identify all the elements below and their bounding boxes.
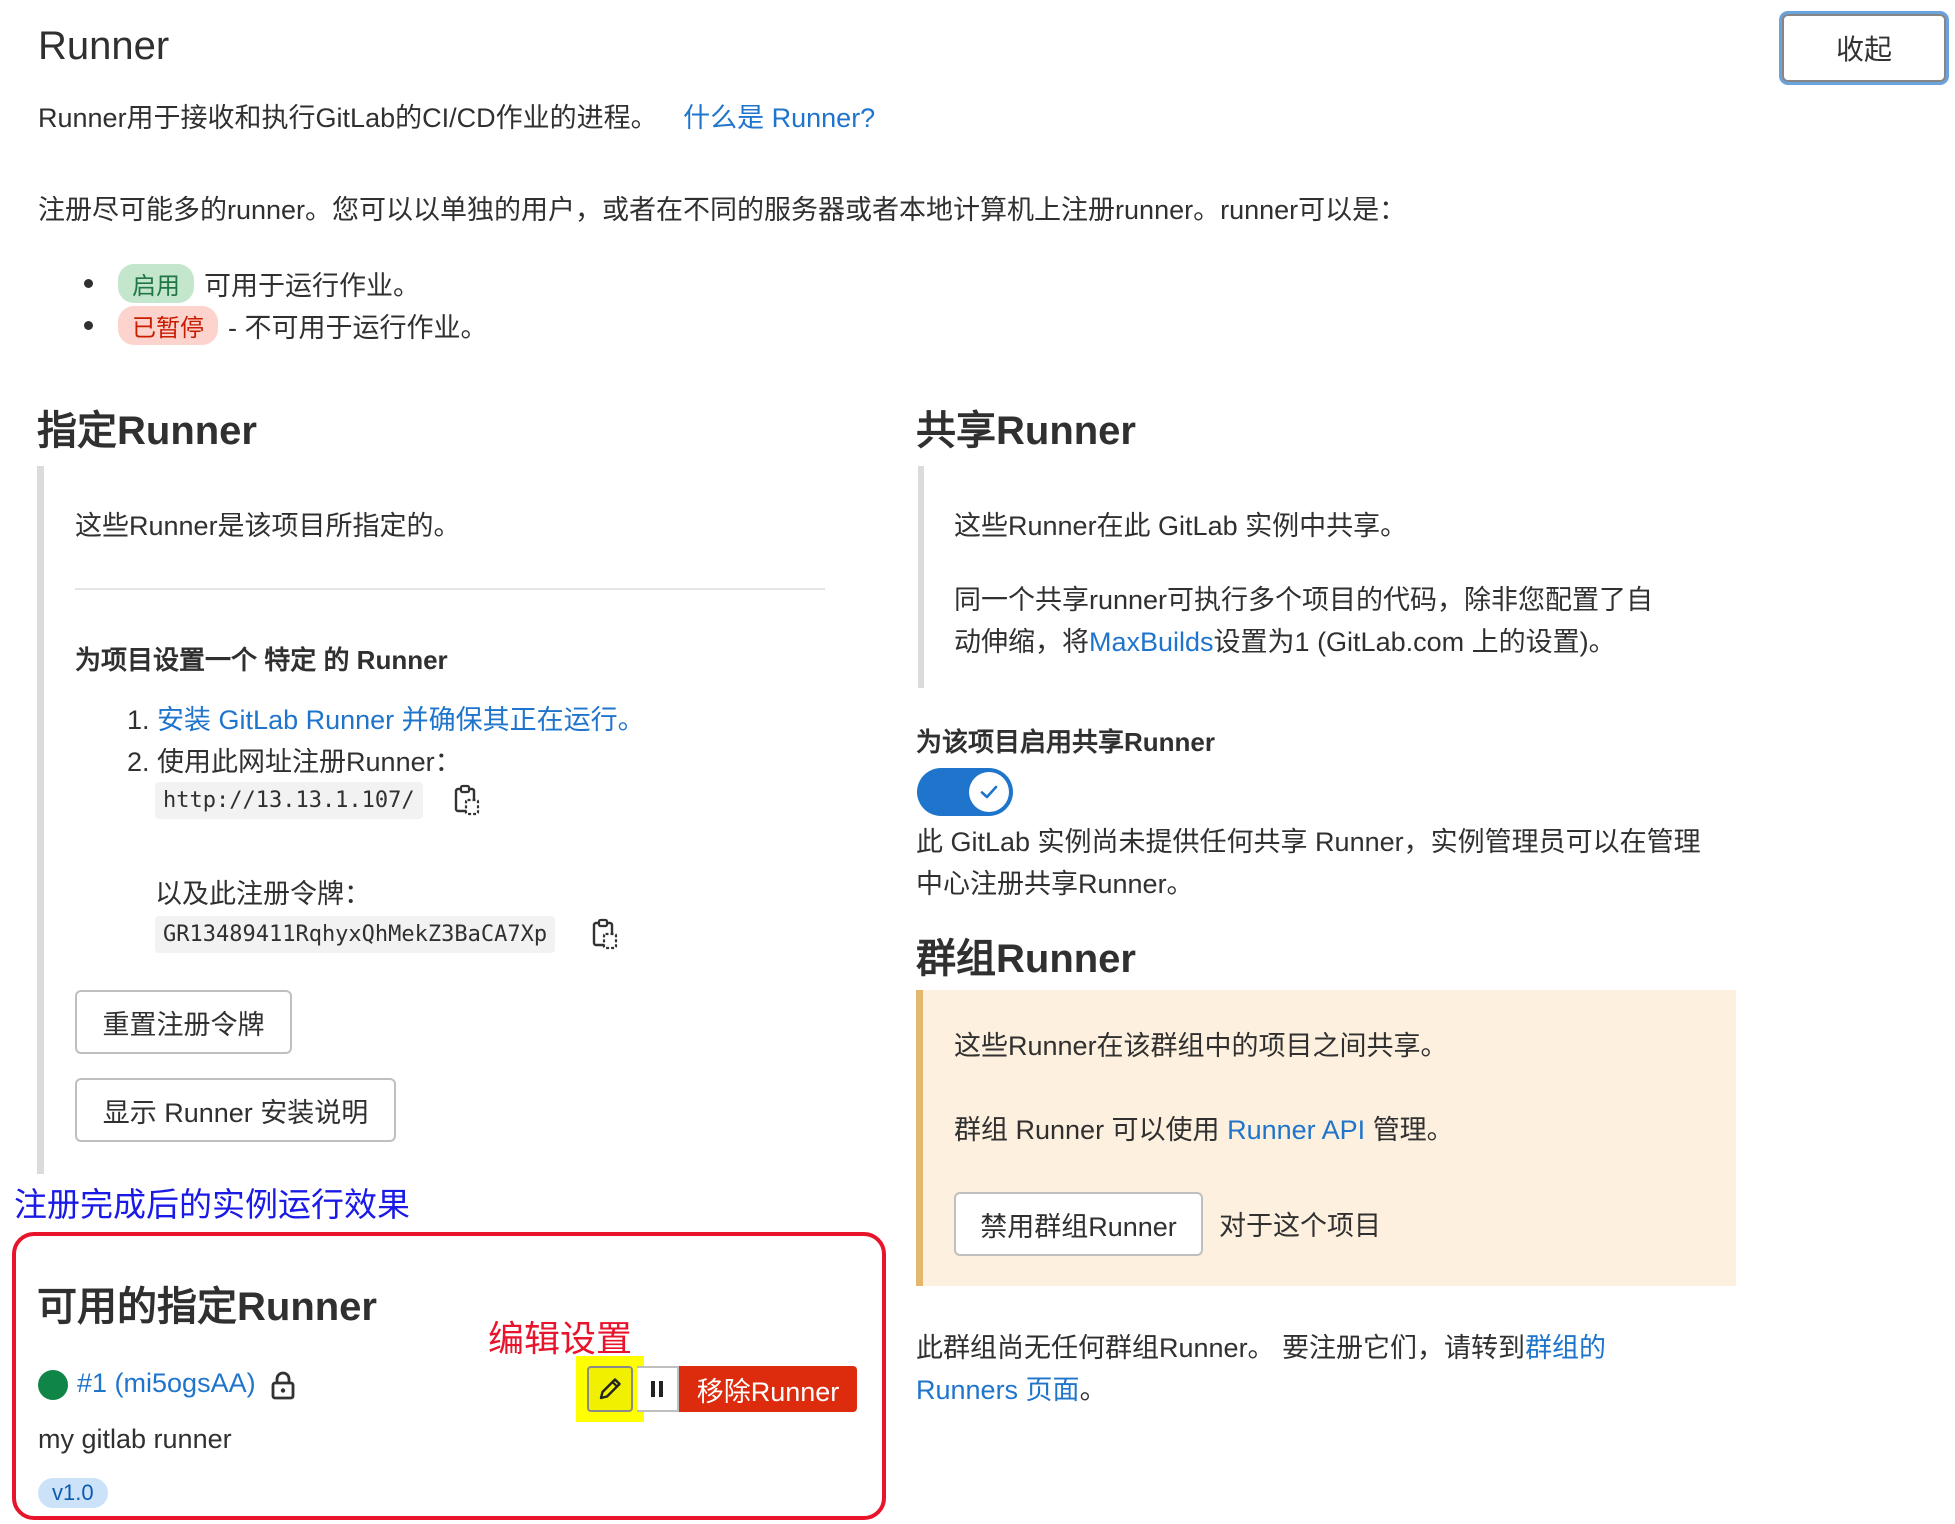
- divider: [75, 588, 825, 590]
- shared-note-line-1: 同一个共享runner可执行多个项目的代码，除非您配置了自: [954, 585, 1654, 615]
- what-is-runner-link[interactable]: 什么是 Runner?: [683, 103, 875, 133]
- list-item: 已暂停 - 不可用于运行作业。: [84, 304, 488, 346]
- maxbuilds-link[interactable]: MaxBuilds: [1089, 627, 1214, 657]
- register-note: 注册尽可能多的runner。您可以以单独的用户，或者在不同的服务器或者本地计算机…: [38, 195, 1407, 225]
- registration-url: http://13.13.1.107/: [155, 782, 423, 819]
- step-1: 1. 安装 GitLab Runner 并确保其正在运行。: [127, 698, 645, 737]
- shared-empty-line-2: 中心注册共享Runner。: [916, 869, 1194, 899]
- runner-link[interactable]: #1 (mi5ogsAA): [77, 1368, 256, 1399]
- instance-caption: 注册完成后的实例运行效果: [14, 1185, 410, 1224]
- online-badge: 启用: [118, 263, 194, 303]
- step-1-number: 1.: [127, 705, 150, 735]
- group-description: 这些Runner在该群组中的项目之间共享。: [954, 1031, 1448, 1061]
- runner-states-list: 启用 可用于运行作业。 已暂停 - 不可用于运行作业。: [84, 262, 488, 346]
- group-info-box: 这些Runner在该群组中的项目之间共享。 群组 Runner 可以使用 Run…: [916, 990, 1736, 1286]
- runner-description: my gitlab runner: [38, 1424, 232, 1454]
- runner-api-link[interactable]: Runner API: [1227, 1115, 1365, 1145]
- disable-suffix: 对于这个项目: [1219, 1211, 1381, 1241]
- list-item: 启用 可用于运行作业。: [84, 262, 488, 304]
- shared-description: 这些Runner在此 GitLab 实例中共享。: [954, 511, 1408, 541]
- intro-description: Runner用于接收和执行GitLab的CI/CD作业的进程。: [38, 103, 658, 133]
- shared-note-line-2: 动伸缩，将MaxBuilds设置为1 (GitLab.com 上的设置)。: [954, 620, 1616, 659]
- shared-empty-line-1: 此 GitLab 实例尚未提供任何共享 Runner，实例管理员可以在管理: [916, 827, 1701, 857]
- paused-description: - 不可用于运行作业。: [228, 312, 488, 343]
- page-title: Runner: [38, 24, 170, 68]
- group-empty-post: 。: [1079, 1375, 1107, 1405]
- step-2: 2. 使用此网址注册Runner：: [127, 740, 462, 779]
- online-description: 可用于运行作业。: [204, 270, 420, 301]
- token-label: 以及此注册令牌：: [155, 879, 371, 909]
- setup-title: 为项目设置一个 特定 的 Runner: [75, 645, 448, 675]
- pause-runner-button[interactable]: [637, 1366, 679, 1412]
- disable-group-runners-button[interactable]: 禁用群组Runner: [954, 1192, 1203, 1256]
- shared-runners-title: 共享Runner: [916, 409, 1136, 453]
- shared-note-pre: 动伸缩，将: [954, 627, 1089, 657]
- check-icon: [969, 772, 1009, 812]
- paused-badge: 已暂停: [118, 305, 218, 345]
- collapse-button[interactable]: 收起: [1782, 14, 1946, 82]
- runner-status-indicator: [38, 1370, 68, 1400]
- step-2-text: 使用此网址注册Runner：: [157, 747, 462, 777]
- lock-icon: [270, 1370, 296, 1405]
- group-runners-link-part-2[interactable]: Runners 页面: [916, 1375, 1080, 1405]
- group-runners-title: 群组Runner: [916, 937, 1136, 981]
- specific-runners-title: 指定Runner: [37, 409, 257, 453]
- edit-runner-button[interactable]: [587, 1366, 633, 1412]
- reset-token-button[interactable]: 重置注册令牌: [75, 990, 292, 1054]
- group-empty-line-2: Runners 页面。: [916, 1368, 1107, 1407]
- install-runner-link[interactable]: 安装 GitLab Runner 并确保其正在运行。: [157, 705, 645, 735]
- group-api-post: 管理。: [1372, 1115, 1454, 1145]
- group-empty-pre: 此群组尚无任何群组Runner。 要注册它们，请转到: [916, 1333, 1526, 1363]
- group-api-pre: 群组 Runner 可以使用: [954, 1115, 1220, 1145]
- available-runners-title: 可用的指定Runner: [37, 1285, 377, 1329]
- edit-caption: 编辑设置: [488, 1319, 633, 1360]
- copy-url-icon[interactable]: [453, 784, 481, 821]
- show-install-button[interactable]: 显示 Runner 安装说明: [75, 1078, 396, 1142]
- shared-section-border: [918, 466, 924, 688]
- copy-token-icon[interactable]: [591, 918, 619, 955]
- remove-runner-button[interactable]: 移除Runner: [679, 1366, 857, 1412]
- pencil-icon: [599, 1378, 621, 1400]
- step-2-number: 2.: [127, 747, 150, 777]
- shared-runners-toggle[interactable]: [917, 768, 1013, 816]
- specific-section-border: [37, 466, 44, 1174]
- group-empty-line-1: 此群组尚无任何群组Runner。 要注册它们，请转到群组的: [916, 1326, 1606, 1365]
- group-api-note: 群组 Runner 可以使用 Runner API 管理。: [954, 1108, 1454, 1147]
- intro-text: Runner用于接收和执行GitLab的CI/CD作业的进程。 什么是 Runn…: [38, 96, 875, 135]
- version-badge: v1.0: [38, 1478, 108, 1508]
- specific-description: 这些Runner是该项目所指定的。: [75, 511, 461, 541]
- shared-toggle-label: 为该项目启用共享Runner: [916, 727, 1216, 757]
- registration-token: GR13489411RqhyxQhMekZ3BaCA7Xp: [155, 916, 556, 953]
- group-runners-link-part-1[interactable]: 群组的: [1525, 1333, 1606, 1363]
- shared-note-post: 设置为1 (GitLab.com 上的设置)。: [1213, 627, 1616, 657]
- pause-icon: [651, 1381, 663, 1397]
